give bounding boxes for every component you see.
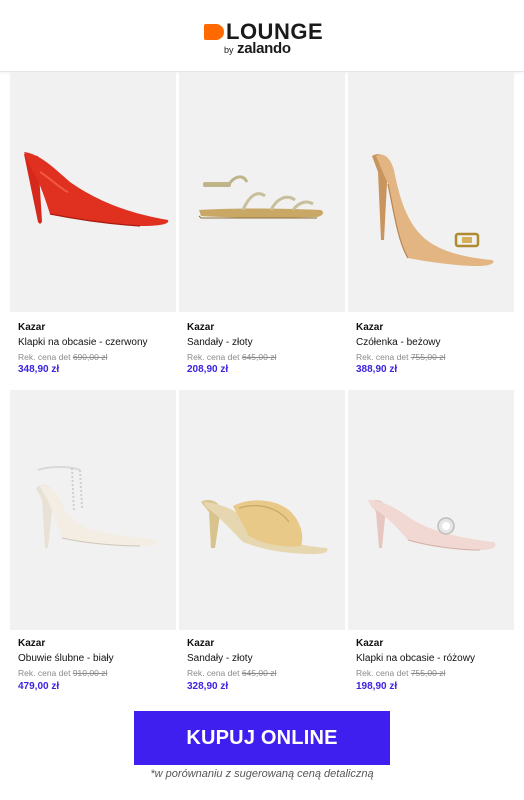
product-rrp: Rek. cena det 645,00 zł — [187, 352, 277, 362]
product-image[interactable] — [348, 72, 514, 312]
product-brand: Kazar — [18, 638, 46, 649]
product-rrp: Rek. cena det 755,00 zł — [356, 668, 446, 678]
product-rrp: Rek. cena det 910,00 zł — [18, 668, 108, 678]
logo-zalando: zalando — [237, 40, 291, 57]
product-rrp-old: 690,00 zł — [72, 352, 108, 362]
product-name: Klapki na obcasie - czerwony — [18, 337, 148, 348]
logo-by: by — [224, 45, 234, 55]
product-brand: Kazar — [187, 638, 215, 649]
lounge-logo[interactable]: LOUNGE by zalando — [204, 20, 324, 60]
product-price: 388,90 zł — [356, 364, 398, 375]
product-name: Obuwie ślubne - biały — [18, 653, 114, 664]
product-rrp: Rek. cena det 755,00 zł — [356, 352, 446, 362]
product-image[interactable] — [10, 72, 176, 312]
gold-flat-sandal-icon — [198, 175, 324, 219]
shop-online-button[interactable]: KUPUJ ONLINE — [134, 711, 390, 765]
beige-pump-icon — [372, 154, 494, 266]
product-brand: Kazar — [356, 638, 384, 649]
product-image[interactable] — [179, 72, 345, 312]
product-image[interactable] — [179, 390, 345, 630]
lounge-logo-icon — [204, 24, 224, 40]
product-rrp-old: 645,00 zł — [241, 668, 277, 678]
product-name: Sandały - złoty — [187, 653, 253, 664]
product-rrp-old: 755,00 zł — [410, 352, 446, 362]
product-price: 479,00 zł — [18, 681, 60, 692]
white-bridal-heel-icon — [36, 466, 159, 548]
product-name: Sandały - złoty — [187, 337, 253, 348]
product-rrp: Rek. cena det 645,00 zł — [187, 668, 277, 678]
product-image[interactable] — [348, 390, 514, 630]
red-mule-heel-icon — [24, 152, 169, 227]
header: LOUNGE by zalando — [0, 0, 524, 72]
product-rrp: Rek. cena det 690,00 zł — [18, 352, 108, 362]
product-brand: Kazar — [187, 322, 215, 333]
product-price: 208,90 zł — [187, 364, 229, 375]
product-brand: Kazar — [356, 322, 384, 333]
price-footnote: *w porównaniu z sugerowaną ceną detalicz… — [150, 768, 374, 780]
product-rrp-old: 755,00 zł — [410, 668, 446, 678]
gold-heeled-mule-icon — [201, 500, 328, 554]
pink-mule-heel-icon — [368, 500, 496, 551]
product-rrp-old: 910,00 zł — [72, 668, 108, 678]
product-price: 348,90 zł — [18, 364, 60, 375]
product-price: 328,90 zł — [187, 681, 229, 692]
product-price: 198,90 zł — [356, 681, 398, 692]
product-image[interactable] — [10, 390, 176, 630]
product-rrp-old: 645,00 zł — [241, 352, 277, 362]
product-name: Czółenka - beżowy — [356, 337, 441, 348]
product-name: Klapki na obcasie - różowy — [356, 653, 475, 664]
product-brand: Kazar — [18, 322, 46, 333]
